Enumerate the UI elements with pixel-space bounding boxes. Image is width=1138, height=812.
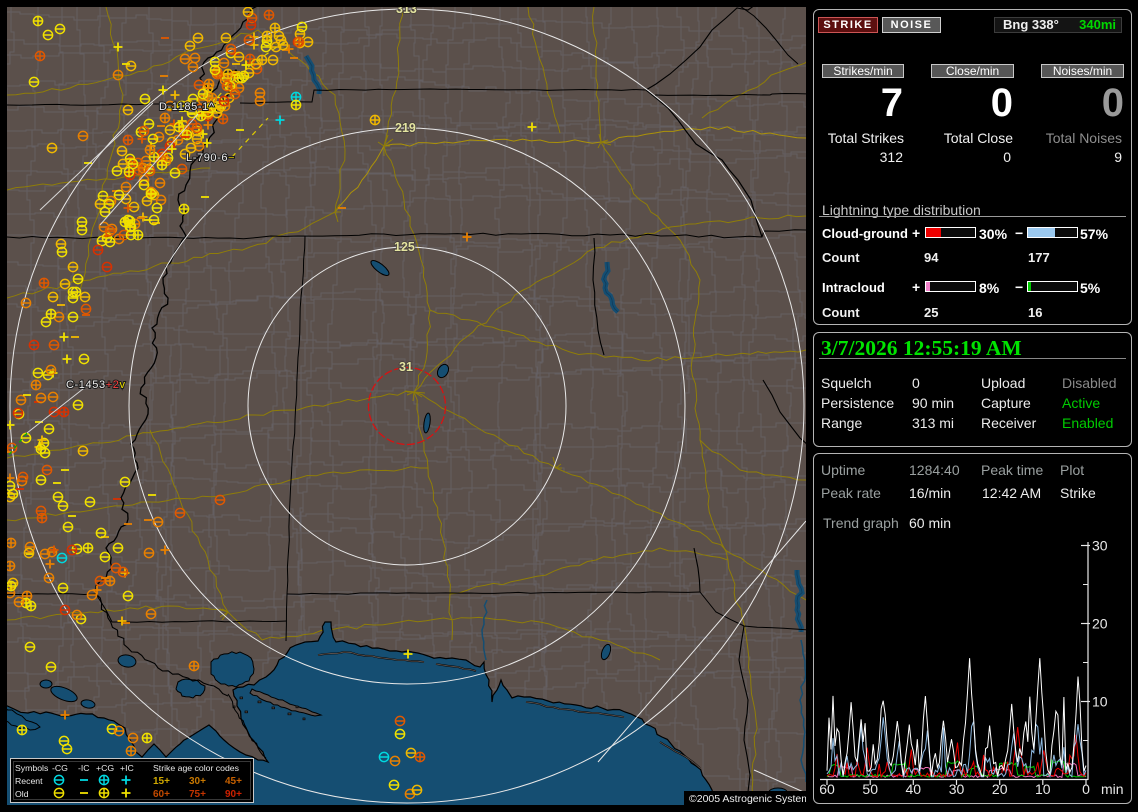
svg-text:30: 30 [949,781,965,797]
svg-text:20: 20 [992,781,1008,797]
svg-text:50: 50 [862,781,878,797]
svg-text:min: min [1101,781,1124,797]
svg-text:40: 40 [906,781,922,797]
svg-text:0: 0 [1082,781,1090,797]
svg-text:10: 10 [1092,694,1108,710]
svg-text:60: 60 [819,781,835,797]
svg-text:30: 30 [1092,538,1108,554]
svg-text:20: 20 [1092,616,1108,632]
svg-text:10: 10 [1035,781,1051,797]
